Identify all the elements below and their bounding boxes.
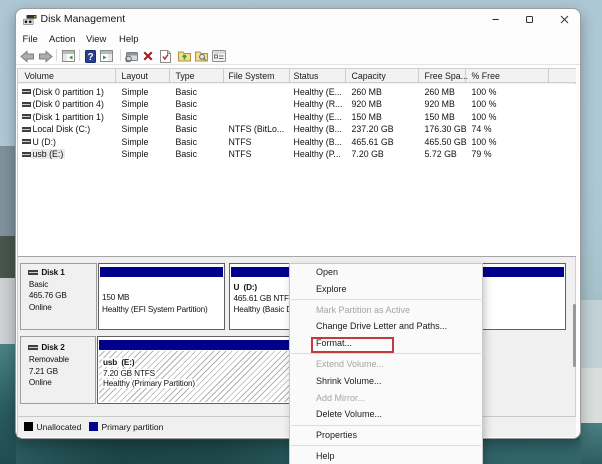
svg-text:?: ?	[87, 52, 93, 63]
